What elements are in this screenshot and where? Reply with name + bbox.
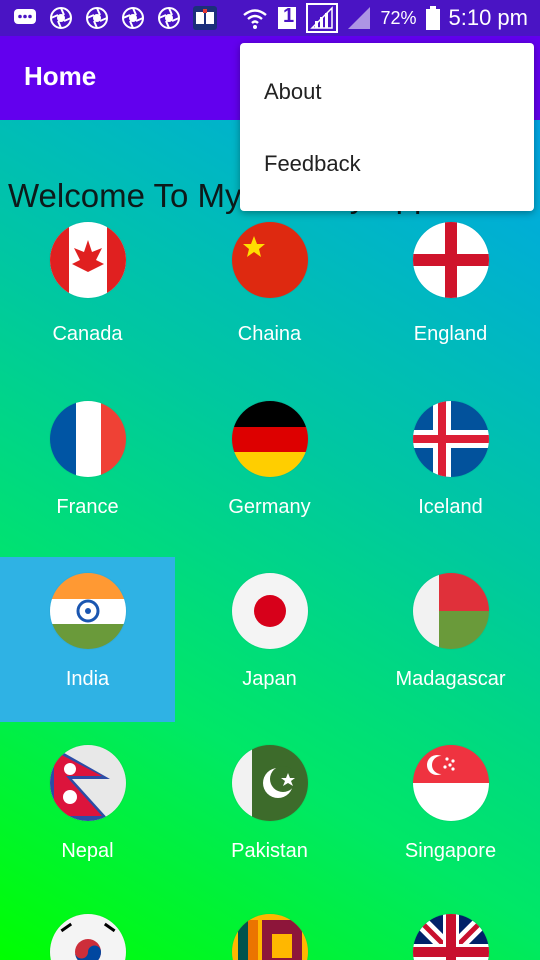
country-cell-england[interactable]: England [363,222,538,375]
south-korea-flag-icon [50,914,126,960]
country-cell-south-korea[interactable] [0,900,175,960]
country-name: Nepal [61,840,114,862]
country-cell-canada[interactable]: Canada [0,222,175,375]
battery-icon [425,5,441,31]
country-name: India [65,668,110,690]
country-cell-nepal[interactable]: Nepal [0,729,175,894]
country-name: Chaina [237,323,302,345]
country-cell-germany[interactable]: Germany [182,385,357,550]
battery-percent: 72% [380,7,417,28]
england-flag-icon [413,222,489,298]
country-name: Iceland [418,496,483,518]
country-name: Singapore [404,840,497,862]
country-name: Germany [228,496,311,518]
country-cell-japan[interactable]: Japan [182,557,357,722]
nepal-flag-icon [50,745,126,821]
shutter-icon [120,5,146,31]
pakistan-flag-icon [232,745,308,821]
shutter-icon [156,5,182,31]
madagascar-flag-icon [413,573,489,649]
singapore-flag-icon [413,745,489,821]
shutter-icon [48,5,74,31]
country-name: Japan [242,668,297,690]
shutter-icon [84,5,110,31]
country-cell-united-kingdom[interactable] [363,900,538,960]
messages-icon [12,5,38,31]
france-flag-icon [50,401,126,477]
country-name: Canada [52,323,123,345]
sri-lanka-flag-icon [232,914,308,960]
germany-flag-icon [232,401,308,477]
china-flag-icon [232,222,308,298]
united-kingdom-flag-icon [413,914,489,960]
country-cell-india[interactable]: India [0,557,175,722]
status-bar: 1 72% 5:10 pm [0,0,540,36]
country-name: France [56,496,119,518]
country-cell-madagascar[interactable]: Madagascar [363,557,538,722]
clock: 5:10 pm [448,5,529,30]
country-grid: Canada Chaina England France Germany Ice… [0,120,540,960]
signal-icon [306,3,339,33]
country-cell-pakistan[interactable]: Pakistan [182,729,357,894]
book-app-icon [192,5,218,31]
iceland-flag-icon [413,401,489,477]
country-name: Pakistan [231,840,308,862]
country-name: England [413,323,488,345]
menu-item-feedback[interactable]: Feedback [264,151,361,177]
app-bar-title: Home [24,61,97,91]
wifi-icon [242,5,268,31]
sim-slot-label: 1 [283,5,295,27]
country-cell-chaina[interactable]: Chaina [182,222,357,375]
canada-flag-icon [50,222,126,298]
country-name: Madagascar [395,668,506,690]
japan-flag-icon [232,573,308,649]
india-flag-icon [50,573,126,649]
country-cell-iceland[interactable]: Iceland [363,385,538,550]
overflow-menu: About Feedback [240,43,534,211]
signal-icon [346,5,372,31]
country-cell-sri-lanka[interactable] [182,900,357,960]
content-area: Welcome To My Country App Canada Chaina … [0,120,540,960]
country-cell-singapore[interactable]: Singapore [363,729,538,894]
menu-item-about[interactable]: About [264,79,322,105]
country-cell-france[interactable]: France [0,385,175,550]
